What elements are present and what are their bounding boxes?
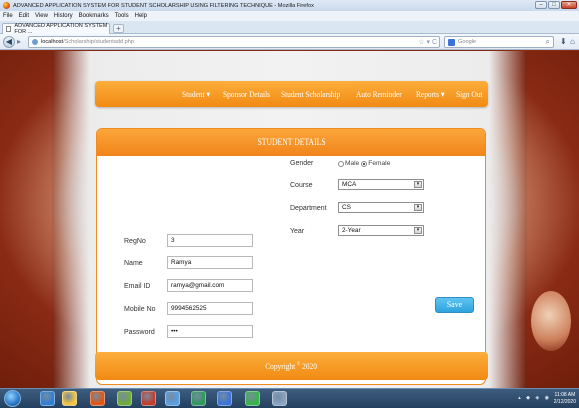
year-label: Year [290,228,305,235]
nav-student[interactable]: Student ▾ [182,89,210,100]
course-select[interactable]: MCA ▾ [338,179,424,190]
taskbar-clock[interactable]: 11:08 AM 2/12/2020 [554,392,576,406]
email-input[interactable] [167,279,253,292]
taskbar-app-icon[interactable] [62,391,77,406]
chevron-down-icon[interactable]: ▾ [414,227,422,234]
main-nav: Student ▾ Sponsor Details Student Schola… [95,81,488,107]
clock-date: 2/12/2020 [553,399,576,405]
mobile-input[interactable] [167,302,253,315]
page-icon [6,26,12,32]
download-icon[interactable]: ⬇ [560,37,567,46]
reload-bookmark-icons[interactable]: ☆ ▾ C [418,38,437,46]
nav-sponsor-details[interactable]: Sponsor Details [223,89,270,99]
windows-taskbar: ▴ ◆ ◈ ◉ 11:08 AM 2/12/2020 [0,388,579,408]
clock-time: 11:08 AM [554,392,576,398]
copyright-text: Copyright © 2020 [266,361,318,371]
taskbar-app-icon[interactable] [117,391,132,406]
year-select[interactable]: 2-Year ▾ [338,225,424,236]
copyright-year: 2020 [302,361,318,371]
menu-bookmarks[interactable]: Bookmarks [79,13,109,19]
taskbar-app-icon[interactable] [245,391,260,406]
minimize-button[interactable]: – [535,1,547,9]
search-icon[interactable]: ⌕ [546,37,550,47]
panel-header: STUDENT DETAILS [97,129,485,156]
site-identity-icon[interactable] [32,39,38,45]
decorative-bubble [531,291,571,351]
menu-history[interactable]: History [54,13,73,19]
close-button[interactable]: ✕ [561,1,577,9]
chevron-down-icon[interactable]: ▾ [414,181,422,188]
menu-help[interactable]: Help [135,13,147,19]
search-bar[interactable]: Google ⌕ [444,36,554,48]
menu-file[interactable]: File [3,13,13,19]
course-label: Course [290,182,313,189]
url-path: /Scholarship/studentadd.php [63,39,134,45]
menu-bar: File Edit View History Bookmarks Tools H… [0,11,579,21]
password-label: Password [124,329,155,336]
navigation-toolbar: ◀ ▸ localhost /Scholarship/studentadd.ph… [0,34,579,50]
maximize-button[interactable]: □ [548,1,560,9]
nav-sign-out[interactable]: Sign Out [456,89,482,99]
taskbar-app-icon[interactable] [40,391,55,406]
tab-current[interactable]: ADVANCED APPLICATION SYSTEM FOR ... [2,23,110,35]
email-label: Email ID [124,283,151,290]
nav-student-scholarship[interactable]: Student Scholarship [281,89,340,99]
gender-radio-group: Male Female [338,160,390,167]
gender-female-label: Female [368,160,391,167]
window-title: ADVANCED APPLICATION SYSTEM FOR STUDENT … [13,2,314,9]
system-tray-icons[interactable]: ▴ ◆ ◈ ◉ [518,395,551,401]
search-placeholder: Google [458,39,477,45]
taskbar-app-icon[interactable] [165,391,180,406]
gender-male-radio[interactable] [338,160,344,167]
name-input[interactable] [167,256,253,269]
taskbar-app-icon[interactable] [191,391,206,406]
password-input[interactable] [167,325,253,338]
home-icon[interactable]: ⌂ [570,37,575,46]
page-background: Student ▾ Sponsor Details Student Schola… [0,51,579,388]
gender-female-radio[interactable] [361,160,368,167]
gender-male-label: Male [345,160,360,167]
nav-reports[interactable]: Reports ▾ [416,89,445,100]
menu-view[interactable]: View [35,13,48,19]
department-selected-value: CS [342,204,351,211]
google-engine-icon[interactable] [448,38,455,46]
gender-label: Gender [290,160,314,167]
regno-label: RegNo [124,238,146,245]
copyright-symbol: © [297,362,301,368]
taskbar-app-icon[interactable] [217,391,232,406]
copyright-label: Copyright [265,361,296,371]
nav-auto-reminder[interactable]: Auto Reminder [356,89,402,99]
course-selected-value: MCA [342,181,357,188]
window-controls: – □ ✕ [535,1,577,9]
back-button[interactable]: ◀ [3,36,15,48]
address-bar[interactable]: localhost /Scholarship/studentadd.php ☆ … [28,36,440,48]
chevron-down-icon[interactable]: ▾ [414,204,422,211]
department-label: Department [290,205,327,212]
window-titlebar: ADVANCED APPLICATION SYSTEM FOR STUDENT … [0,0,579,11]
menu-tools[interactable]: Tools [115,13,129,19]
save-button[interactable]: Save [435,297,474,313]
year-selected-value: 2-Year [342,227,361,234]
start-button[interactable] [4,390,21,407]
department-select[interactable]: CS ▾ [338,202,424,213]
panel-title: STUDENT DETAILS [257,137,327,148]
forward-button[interactable]: ▸ [17,38,25,46]
taskbar-app-icon[interactable] [141,391,156,406]
taskbar-app-icon[interactable] [90,391,105,406]
tab-bar: ADVANCED APPLICATION SYSTEM FOR ... + [0,21,579,35]
mobile-label: Mobile No [124,306,156,313]
page-footer: Copyright © 2020 [95,352,488,380]
menu-edit[interactable]: Edit [19,13,29,19]
regno-input[interactable] [167,234,253,247]
taskbar-app-icon[interactable] [272,391,287,406]
name-label: Name [124,260,143,267]
url-host: localhost [41,39,64,45]
new-tab-button[interactable]: + [113,24,124,33]
firefox-icon [3,2,10,9]
